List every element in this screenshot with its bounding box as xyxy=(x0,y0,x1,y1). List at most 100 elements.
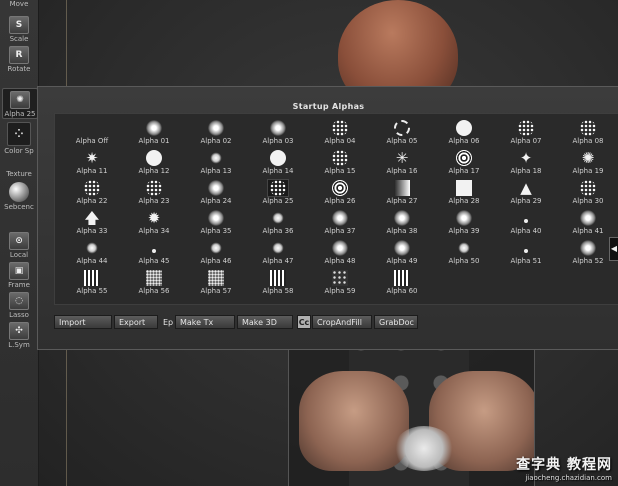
alpha-swatch[interactable]: Alpha 51 xyxy=(495,238,557,268)
alpha-shape xyxy=(394,180,410,196)
alpha-label: Alpha 30 xyxy=(572,197,604,205)
alpha-swatch[interactable]: Alpha 59 xyxy=(309,268,371,298)
alpha-swatch[interactable]: Alpha 58 xyxy=(247,268,309,298)
alpha-icon: ✺ xyxy=(10,91,30,109)
alpha-swatch[interactable]: Alpha 25 xyxy=(247,178,309,208)
alpha-swatch[interactable]: ✺ Alpha 19 xyxy=(557,148,618,178)
cc-toggle[interactable]: Cc xyxy=(297,315,311,329)
toolbar-scale-button[interactable]: S Scale xyxy=(2,16,36,43)
toolbar-label: L.Sym xyxy=(8,341,30,349)
alpha-swatch[interactable]: Alpha 14 xyxy=(247,148,309,178)
alpha-swatch[interactable]: Alpha 39 xyxy=(433,208,495,238)
alpha-label: Alpha 18 xyxy=(510,167,542,175)
alpha-swatch[interactable]: 🡅 Alpha 33 xyxy=(61,208,123,238)
alpha-swatch[interactable]: Alpha Off xyxy=(61,118,123,148)
alpha-shape xyxy=(332,120,348,136)
alpha-swatch[interactable]: Alpha 22 xyxy=(61,178,123,208)
grab-doc-button[interactable]: GrabDoc xyxy=(374,315,418,329)
alpha-label: Alpha 27 xyxy=(386,197,418,205)
alpha-thumbnail-icon xyxy=(330,240,350,256)
make-tx-button[interactable]: Make Tx xyxy=(175,315,235,329)
alpha-thumbnail-icon xyxy=(82,120,102,136)
alpha-swatch[interactable]: Alpha 40 xyxy=(495,208,557,238)
alpha-thumbnail-icon xyxy=(144,180,164,196)
alpha-label: Alpha 12 xyxy=(138,167,170,175)
alpha-swatch[interactable]: Alpha 37 xyxy=(309,208,371,238)
alpha-label: Alpha 25 xyxy=(262,197,294,205)
toolbar-move-button[interactable]: Move xyxy=(2,0,36,8)
alpha-swatch[interactable]: Alpha 12 xyxy=(123,148,185,178)
alpha-swatch[interactable]: Alpha 03 xyxy=(247,118,309,148)
toolbar-symmetry-button[interactable]: ✣ L.Sym xyxy=(2,322,36,349)
alpha-thumbnail-icon xyxy=(268,120,288,136)
alpha-swatch[interactable]: Alpha 13 xyxy=(185,148,247,178)
alpha-swatch[interactable]: ✦ Alpha 18 xyxy=(495,148,557,178)
alpha-swatch[interactable]: Alpha 41 xyxy=(557,208,618,238)
alpha-swatch[interactable]: Alpha 44 xyxy=(61,238,123,268)
alpha-swatch[interactable]: Alpha 47 xyxy=(247,238,309,268)
ep-label[interactable]: Ep xyxy=(163,315,173,331)
alpha-thumbnail-icon: ✳ xyxy=(392,150,412,166)
alpha-swatch[interactable]: Alpha 57 xyxy=(185,268,247,298)
alpha-swatch[interactable]: Alpha 23 xyxy=(123,178,185,208)
alpha-swatch[interactable]: Alpha 50 xyxy=(433,238,495,268)
palette-title: Startup Alphas xyxy=(292,102,365,111)
alpha-swatch[interactable]: Alpha 07 xyxy=(495,118,557,148)
toolbar-local-button[interactable]: ⊙ Local xyxy=(2,232,36,259)
alpha-thumbnail-icon xyxy=(267,179,289,197)
alpha-swatch[interactable]: ✷ Alpha 11 xyxy=(61,148,123,178)
alpha-swatch[interactable]: Alpha 56 xyxy=(123,268,185,298)
expand-arrow-icon[interactable]: ◀ xyxy=(609,237,618,261)
make-3d-button[interactable]: Make 3D xyxy=(237,315,293,329)
alpha-swatch[interactable]: Alpha 04 xyxy=(309,118,371,148)
alpha-thumbnail-icon xyxy=(144,150,164,166)
alpha-swatch[interactable]: Alpha 17 xyxy=(433,148,495,178)
alpha-swatch[interactable]: Alpha 30 xyxy=(557,178,618,208)
alpha-swatch[interactable]: Alpha 48 xyxy=(309,238,371,268)
toolbar-frame-button[interactable]: ▣ Frame xyxy=(2,262,36,289)
crop-and-fill-button[interactable]: CropAndFill xyxy=(312,315,372,329)
alpha-shape xyxy=(580,120,596,136)
alpha-shape xyxy=(456,210,472,226)
alpha-swatch[interactable]: Alpha 24 xyxy=(185,178,247,208)
alpha-swatch[interactable]: Alpha 01 xyxy=(123,118,185,148)
alpha-swatch[interactable]: Alpha 38 xyxy=(371,208,433,238)
alpha-swatch[interactable]: Alpha 02 xyxy=(185,118,247,148)
alpha-swatch[interactable]: Alpha 35 xyxy=(185,208,247,238)
alpha-swatch[interactable]: Alpha 27 xyxy=(371,178,433,208)
alpha-swatch[interactable]: Alpha 36 xyxy=(247,208,309,238)
alpha-swatch[interactable]: ✹ Alpha 34 xyxy=(123,208,185,238)
export-button[interactable]: Export xyxy=(114,315,158,329)
alpha-swatch[interactable]: Alpha 15 xyxy=(309,148,371,178)
toolbar-lasso-button[interactable]: ◌ Lasso xyxy=(2,292,36,319)
alpha-swatch[interactable]: Alpha 08 xyxy=(557,118,618,148)
alpha-swatch[interactable]: Alpha 46 xyxy=(185,238,247,268)
alpha-swatch[interactable]: Alpha 60 xyxy=(371,268,433,298)
toolbar-material-sphere-button[interactable]: Sebcenc xyxy=(2,182,36,211)
alpha-shape xyxy=(84,180,100,196)
alpha-label: Alpha 19 xyxy=(572,167,604,175)
alpha-label: Alpha 40 xyxy=(510,227,542,235)
alpha-shape xyxy=(394,120,410,136)
alpha-label: Alpha 23 xyxy=(138,197,170,205)
alpha-swatch[interactable]: Alpha 06 xyxy=(433,118,495,148)
toolbar-alpha-button[interactable]: ✺ Alpha 25 xyxy=(2,88,38,119)
toolbar-color-spray-button[interactable]: ⁘ Color Sp xyxy=(2,122,36,155)
model-preview-region xyxy=(288,330,535,486)
alpha-shape xyxy=(270,180,286,196)
alpha-swatch[interactable]: Alpha 28 xyxy=(433,178,495,208)
site-watermark: 查字典 教程网 jiaocheng.chazidian.com xyxy=(516,454,612,482)
alpha-thumbnail-icon xyxy=(268,240,288,256)
alpha-label: Alpha 39 xyxy=(448,227,480,235)
toolbar-texture-button[interactable]: Texture xyxy=(2,170,36,178)
alpha-swatch[interactable]: Alpha 05 xyxy=(371,118,433,148)
import-button[interactable]: Import xyxy=(54,315,112,329)
alpha-swatch[interactable]: ▲ Alpha 29 xyxy=(495,178,557,208)
alpha-swatch[interactable]: ✳ Alpha 16 xyxy=(371,148,433,178)
alpha-swatch[interactable]: Alpha 49 xyxy=(371,238,433,268)
alpha-swatch[interactable]: Alpha 26 xyxy=(309,178,371,208)
alpha-swatch[interactable]: Alpha 45 xyxy=(123,238,185,268)
alpha-thumbnail-icon xyxy=(578,240,598,256)
alpha-swatch[interactable]: Alpha 55 xyxy=(61,268,123,298)
toolbar-rotate-button[interactable]: R Rotate xyxy=(2,46,36,73)
